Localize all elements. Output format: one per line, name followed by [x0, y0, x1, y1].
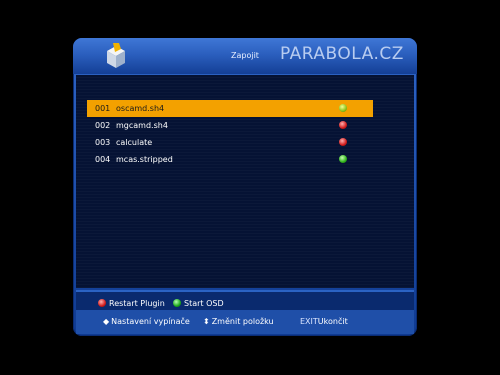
green-key-icon	[173, 299, 181, 307]
title-bar: Zapojit PARABOLA.CZ	[73, 38, 417, 74]
restart-plugin-button[interactable]: Restart Plugin	[98, 299, 165, 308]
red-key-icon	[98, 299, 106, 307]
plugin-manager-window: Zapojit PARABOLA.CZ 001 oscamd.sh4 002 m…	[73, 38, 417, 336]
plugin-name: calculate	[116, 138, 153, 147]
status-off-icon	[339, 121, 347, 129]
plugin-name: oscamd.sh4	[116, 104, 165, 113]
restart-plugin-label: Restart Plugin	[109, 299, 165, 308]
status-off-icon	[339, 138, 347, 146]
footer: Restart Plugin Start OSD ◆ Nastavení vypí…	[76, 290, 414, 334]
start-osd-label: Start OSD	[184, 299, 224, 308]
start-osd-button[interactable]: Start OSD	[173, 299, 224, 308]
hint-left-right-label: Nastavení vypínače	[111, 317, 190, 326]
plugin-list: 001 oscamd.sh4 002 mgcamd.sh4 003 calcul…	[76, 75, 414, 288]
up-down-arrows-icon: ⬍	[203, 317, 210, 326]
hint-up-down-label: Změnit položku	[211, 317, 274, 326]
plugin-name: mcas.stripped	[116, 155, 173, 164]
exit-key-label: EXIT	[300, 317, 318, 326]
plugin-number: 004	[95, 155, 111, 164]
exit-label: Ukončit	[317, 317, 348, 326]
watermark: PARABOLA.CZ	[280, 44, 404, 64]
plugin-row-oscamd[interactable]: 001 oscamd.sh4	[87, 100, 373, 117]
plugin-row-calculate[interactable]: 003 calculate	[87, 134, 373, 151]
plugin-number: 001	[95, 104, 111, 113]
plugin-number: 003	[95, 138, 111, 147]
hint-up-down: ⬍ Změnit položku	[203, 317, 274, 326]
footer-divider	[76, 290, 414, 292]
left-right-arrows-icon: ◆	[103, 317, 110, 326]
app-logo-icon	[107, 43, 125, 68]
hint-left-right: ◆ Nastavení vypínače	[103, 317, 190, 326]
status-on-icon	[339, 155, 347, 163]
plugin-number: 002	[95, 121, 111, 130]
plugin-row-mgcamd[interactable]: 002 mgcamd.sh4	[87, 117, 373, 134]
window-title: Zapojit	[231, 51, 259, 60]
hint-exit: EXITUkončit	[300, 317, 348, 326]
hint-bar: ◆ Nastavení vypínače ⬍ Změnit položku EXIT…	[76, 310, 414, 334]
plugin-name: mgcamd.sh4	[116, 121, 168, 130]
status-on-icon	[339, 104, 347, 112]
plugin-row-mcas[interactable]: 004 mcas.stripped	[87, 151, 373, 168]
